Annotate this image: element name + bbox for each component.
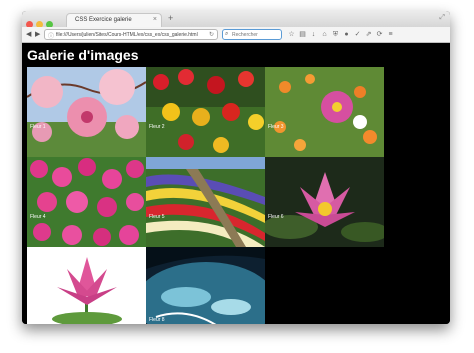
share-icon[interactable]: ⇗ [363, 30, 374, 38]
cherry-blossom-image [27, 67, 146, 157]
reload-icon[interactable]: ↻ [209, 31, 214, 38]
water-lily-image [265, 157, 384, 247]
gallery-image-fleur-4[interactable]: Fleur 4 [27, 157, 146, 247]
toolbar-icons: ☆ ▤ ↓ ⌂ ⛨ ● ✓ ⇗ ⟳ ≡ [286, 30, 396, 39]
bookmark-star-icon[interactable]: ☆ [286, 30, 297, 38]
gallery-image-fleur-2[interactable]: Fleur 2 [146, 67, 265, 157]
tab-title: CSS Exercice galerie [75, 17, 132, 23]
forward-icon[interactable]: ▶ [35, 30, 40, 38]
image-caption: Fleur 5 [149, 214, 165, 220]
image-caption: Fleur 3 [268, 124, 284, 130]
gallery-image-fleur-1[interactable]: Fleur 1 [27, 67, 146, 157]
page-title: Galerie d'images [27, 47, 139, 63]
extension-icon[interactable]: ● [341, 31, 352, 38]
tab-css-exercice-galerie[interactable]: CSS Exercice galerie × [66, 13, 162, 27]
browser-window: CSS Exercice galerie × + ⤢ ◀ ▶ ⓘ file://… [22, 11, 450, 324]
download-icon[interactable]: ↓ [308, 31, 319, 38]
image-caption: Fleur 4 [30, 214, 46, 220]
page-content: Galerie d'images Fleur 1 Fleur 2 Fleur 3… [22, 43, 450, 324]
site-info-icon[interactable]: ⓘ [48, 31, 54, 40]
cosmos-meadow-image [265, 67, 384, 157]
back-icon[interactable]: ◀ [26, 30, 31, 38]
lotus-image [27, 247, 146, 324]
gallery-image-fleur-8[interactable]: Fleur 8 [146, 247, 265, 324]
pink-flower-bed-image [27, 157, 146, 247]
gallery-image-fleur-3[interactable]: Fleur 3 [265, 67, 384, 157]
tulips-image [146, 67, 265, 157]
image-caption: Fleur 2 [149, 124, 165, 130]
new-tab-button[interactable]: + [168, 13, 173, 23]
menu-icon[interactable]: ≡ [385, 31, 396, 38]
gallery-image-fleur-7[interactable]: Fleur 7 [27, 247, 146, 324]
image-caption: Fleur 6 [268, 214, 284, 220]
underwater-image [146, 247, 265, 324]
search-icon: ⌕ [225, 31, 229, 37]
shield-icon[interactable]: ⛨ [330, 31, 341, 39]
home-icon[interactable]: ⌂ [319, 31, 330, 38]
tab-close-icon[interactable]: × [153, 16, 157, 23]
gallery-image-fleur-5[interactable]: Fleur 5 [146, 157, 265, 247]
address-bar[interactable]: ⓘ file:///Users/julien/Sites/Cours-HTML/… [44, 29, 218, 40]
navigation-toolbar: ◀ ▶ ⓘ file:///Users/julien/Sites/Cours-H… [22, 27, 450, 43]
image-caption: Fleur 7 [30, 304, 46, 310]
image-caption: Fleur 1 [30, 124, 46, 130]
search-box[interactable]: ⌕ [222, 29, 282, 40]
title-bar: CSS Exercice galerie × + ⤢ [22, 11, 450, 28]
url-text[interactable]: file:///Users/julien/Sites/Cours-HTML/ex… [56, 32, 204, 38]
tulip-field-image [146, 157, 265, 247]
gallery-image-fleur-6[interactable]: Fleur 6 [265, 157, 384, 247]
search-input[interactable] [232, 31, 280, 39]
pocket-icon[interactable]: ✓ [352, 30, 363, 38]
fullscreen-icon[interactable]: ⤢ [439, 14, 445, 22]
image-caption: Fleur 8 [149, 317, 165, 323]
sync-icon[interactable]: ⟳ [374, 30, 385, 38]
reading-list-icon[interactable]: ▤ [297, 30, 308, 38]
